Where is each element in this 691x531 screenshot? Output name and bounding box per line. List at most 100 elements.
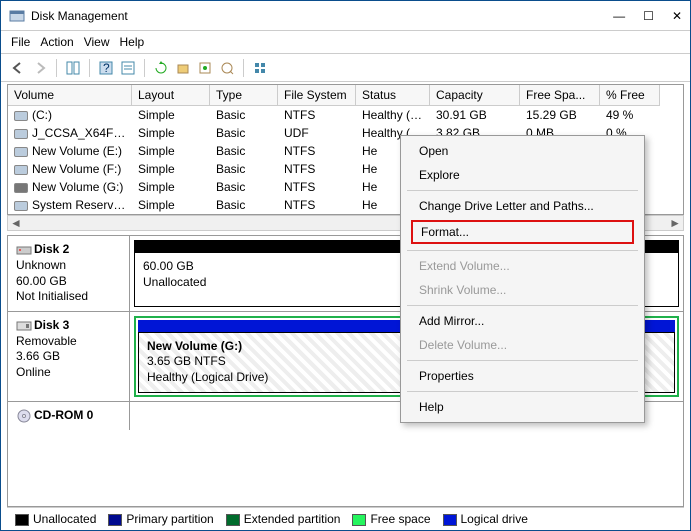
col-type[interactable]: Type: [210, 85, 278, 106]
disk-icon: [16, 242, 32, 258]
disk-3-name: Disk 3: [34, 318, 69, 332]
volume-fs: NTFS: [278, 178, 356, 196]
volume-layout: Simple: [132, 178, 210, 196]
volume-layout: Simple: [132, 196, 210, 214]
col-free[interactable]: Free Spa...: [520, 85, 600, 106]
volume-name: New Volume (F:): [32, 162, 121, 176]
volume-type: Basic: [210, 196, 278, 214]
volume-fs: NTFS: [278, 106, 356, 124]
maximize-button[interactable]: ☐: [643, 9, 654, 23]
drive-icon: [14, 165, 28, 175]
drive-icon: [14, 147, 28, 157]
volume-pct: 49 %: [600, 106, 660, 124]
volume-fs: UDF: [278, 124, 356, 142]
drive-icon: [14, 183, 28, 193]
volume-list-header: Volume Layout Type File System Status Ca…: [8, 85, 683, 106]
volume-name: New Volume (E:): [32, 144, 122, 158]
col-pctfree[interactable]: % Free: [600, 85, 660, 106]
disk-3-info: Disk 3 Removable 3.66 GB Online: [8, 312, 130, 401]
ctx-delete: Delete Volume...: [401, 333, 644, 357]
ctx-properties[interactable]: Properties: [401, 364, 644, 388]
disk-2-name: Disk 2: [34, 242, 69, 256]
volume-layout: Simple: [132, 106, 210, 124]
disk-3-status1: Removable: [16, 334, 77, 348]
menu-view[interactable]: View: [84, 35, 110, 49]
svg-text:?: ?: [103, 61, 110, 75]
window-titlebar: Disk Management — ☐ ✕: [1, 1, 690, 31]
drive-icon: [14, 201, 28, 211]
app-icon: [9, 8, 25, 24]
toolbar: ?: [1, 54, 690, 82]
legend-unallocated: Unallocated: [33, 512, 96, 526]
disk-3-part-state: Healthy (Logical Drive): [147, 370, 268, 384]
disk-2-part-state: Unallocated: [143, 275, 206, 289]
disk-2-status2: Not Initialised: [16, 289, 88, 303]
legend-primary: Primary partition: [126, 512, 213, 526]
legend-extended: Extended partition: [244, 512, 341, 526]
ctx-shrink: Shrink Volume...: [401, 278, 644, 302]
legend-logical: Logical drive: [461, 512, 528, 526]
removable-disk-icon: [16, 318, 32, 334]
volume-capacity: 30.91 GB: [430, 106, 520, 124]
properties-button[interactable]: [119, 59, 137, 77]
cdrom-name: CD-ROM 0: [34, 408, 93, 422]
menu-action[interactable]: Action: [40, 35, 73, 49]
ctx-format[interactable]: Format...: [411, 220, 634, 244]
drive-icon: [14, 129, 28, 139]
disk-2-part-size: 60.00 GB: [143, 259, 194, 273]
disk-3-size: 3.66 GB: [16, 349, 60, 363]
disk-3-part-name: New Volume (G:): [147, 339, 242, 353]
menubar: File Action View Help: [1, 31, 690, 54]
volume-type: Basic: [210, 160, 278, 178]
ctx-change-letter[interactable]: Change Drive Letter and Paths...: [401, 194, 644, 218]
minimize-button[interactable]: —: [613, 9, 625, 23]
disk-3-part-info: 3.65 GB NTFS: [147, 354, 226, 368]
volume-fs: NTFS: [278, 142, 356, 160]
volume-type: Basic: [210, 178, 278, 196]
scroll-right-icon[interactable]: ►: [669, 216, 681, 230]
action2-icon[interactable]: [196, 59, 214, 77]
cdrom-icon: [16, 408, 32, 424]
volume-name: System Reserved: [32, 198, 127, 212]
volume-layout: Simple: [132, 142, 210, 160]
col-filesystem[interactable]: File System: [278, 85, 356, 106]
menu-help[interactable]: Help: [120, 35, 145, 49]
disk-2-info: Disk 2 Unknown 60.00 GB Not Initialised: [8, 236, 130, 311]
volume-row[interactable]: (C:)SimpleBasicNTFSHealthy (B...30.91 GB…: [8, 106, 683, 124]
forward-button[interactable]: [31, 59, 49, 77]
ctx-explore[interactable]: Explore: [401, 163, 644, 187]
menu-file[interactable]: File: [11, 35, 30, 49]
window-title: Disk Management: [31, 9, 613, 23]
volume-layout: Simple: [132, 160, 210, 178]
ctx-extend: Extend Volume...: [401, 254, 644, 278]
close-button[interactable]: ✕: [672, 9, 682, 23]
action3-icon[interactable]: [218, 59, 236, 77]
col-volume[interactable]: Volume: [8, 85, 132, 106]
volume-name: J_CCSA_X64FRE_E...: [32, 126, 132, 140]
cdrom-info: CD-ROM 0: [8, 402, 130, 430]
back-button[interactable]: [9, 59, 27, 77]
disk-3-status2: Online: [16, 365, 51, 379]
volume-type: Basic: [210, 124, 278, 142]
volume-free: 15.29 GB: [520, 106, 600, 124]
disk-2-size: 60.00 GB: [16, 274, 67, 288]
ctx-open[interactable]: Open: [401, 139, 644, 163]
help-button[interactable]: ?: [97, 59, 115, 77]
col-status[interactable]: Status: [356, 85, 430, 106]
ctx-help[interactable]: Help: [401, 395, 644, 419]
context-menu: Open Explore Change Drive Letter and Pat…: [400, 135, 645, 423]
disk-2-status1: Unknown: [16, 258, 66, 272]
scroll-left-icon[interactable]: ◄: [10, 216, 22, 230]
action1-icon[interactable]: [174, 59, 192, 77]
settings-icon[interactable]: [251, 59, 269, 77]
volume-fs: NTFS: [278, 160, 356, 178]
col-layout[interactable]: Layout: [132, 85, 210, 106]
volume-fs: NTFS: [278, 196, 356, 214]
view-toggle-button[interactable]: [64, 59, 82, 77]
ctx-add-mirror[interactable]: Add Mirror...: [401, 309, 644, 333]
col-capacity[interactable]: Capacity: [430, 85, 520, 106]
volume-name: (C:): [32, 108, 52, 122]
refresh-icon[interactable]: [152, 59, 170, 77]
volume-layout: Simple: [132, 124, 210, 142]
volume-status: Healthy (B...: [356, 106, 430, 124]
